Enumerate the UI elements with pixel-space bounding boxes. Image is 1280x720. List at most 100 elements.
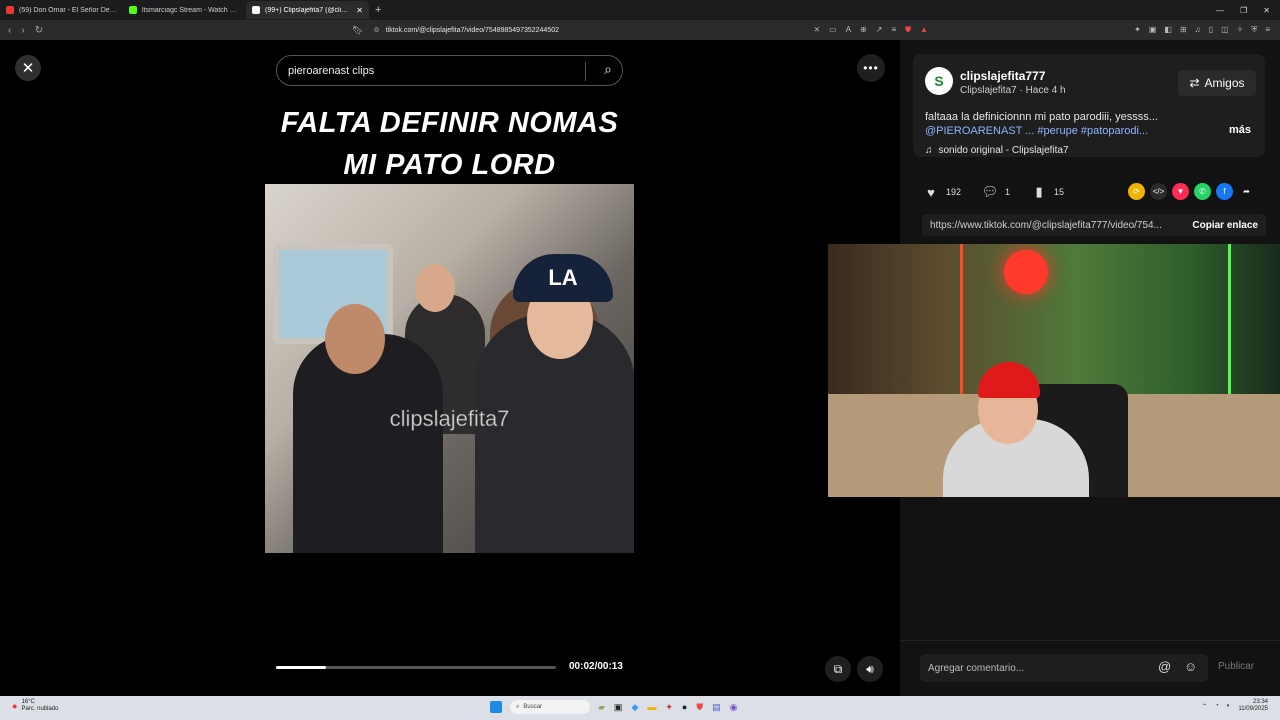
sound-link[interactable]: ♫ sonido original - Clipslajefita7 [925, 145, 1069, 156]
copy-link-button[interactable]: Copiar enlace [1184, 220, 1266, 231]
like-icon[interactable]: ♥ [922, 183, 940, 201]
leo-icon[interactable]: ✧ [1237, 25, 1244, 35]
person-head [325, 304, 385, 374]
avatar[interactable]: S [925, 67, 953, 95]
streamer-red-cap [978, 362, 1040, 398]
menu-icon[interactable]: ≡ [1265, 25, 1270, 35]
task-view-icon[interactable]: ▣ [614, 702, 623, 713]
emoji-icon[interactable]: ☺ [1184, 659, 1197, 674]
tab-title: (59) Don Omar - El Señor De La Noche [19, 6, 117, 14]
zoom-icon[interactable]: ⊕ [860, 25, 867, 35]
app-icon[interactable]: ▰ [598, 702, 605, 713]
friends-label: Amigos [1204, 76, 1245, 90]
new-tab-button[interactable]: + [369, 4, 387, 16]
app-icon[interactable]: ✦ [665, 702, 673, 713]
site-info-icon[interactable]: ⚙︎ [373, 26, 379, 34]
publish-button[interactable]: Publicar [1218, 661, 1254, 672]
video-progress-bar[interactable] [276, 666, 556, 669]
windows-taskbar: ● 16°C Parc. nublado ⌕ Buscar ▰ ▣ ◆ ▬ ✦ … [0, 696, 1280, 720]
more-text-button[interactable]: más [1229, 124, 1251, 136]
facebook-icon[interactable]: f [1216, 183, 1233, 200]
video-time: 00:02/00:13 [569, 661, 623, 672]
tab-kick-stream[interactable]: ltsmarciagc Stream - Watch Live on Kick [123, 1, 246, 19]
clock-date: 11/09/2025 [1238, 706, 1268, 712]
music-icon[interactable]: ♫ [1195, 25, 1201, 35]
extension-puzzle-icon[interactable]: ✦ [1134, 25, 1141, 35]
windows-start-icon[interactable] [490, 701, 502, 713]
send-icon[interactable]: ▼ [1172, 183, 1189, 200]
extension-icon[interactable]: ⊞ [1180, 25, 1187, 35]
search-input[interactable]: pieroarenast clips ⌕ [276, 55, 623, 86]
network-icon[interactable]: ◔ [1215, 703, 1219, 709]
bookmark-icon[interactable]: ▮ [1030, 183, 1048, 201]
weather-temp: 16°C [21, 699, 35, 705]
file-explorer-icon[interactable]: ▬ [647, 702, 656, 713]
tab-don-omar[interactable]: (59) Don Omar - El Señor De La Noche [0, 1, 123, 19]
app-icon[interactable]: ▤ [712, 702, 721, 713]
close-tab-icon[interactable]: ✕ [356, 6, 363, 15]
username[interactable]: clipslajefita777 [960, 69, 1045, 83]
extension-icon[interactable]: ◧ [1164, 25, 1172, 35]
comment-input[interactable]: Agregar comentario... @ ☺ [920, 654, 1208, 682]
copilot-icon[interactable]: ◆ [631, 702, 638, 713]
sidebar-icon[interactable]: ▯ [1209, 25, 1213, 35]
translate-icon[interactable]: A [846, 25, 851, 35]
vpn-icon[interactable]: ⛨ [1251, 25, 1257, 35]
speaker-icon[interactable]: 🔈︎ [1227, 703, 1231, 710]
taskbar-search[interactable]: ⌕ Buscar [510, 700, 590, 714]
brave-icon[interactable]: ⛊ [696, 702, 703, 713]
search-icon[interactable]: ⌕ [604, 61, 612, 78]
reader-icon[interactable]: ≡ [891, 25, 896, 35]
maximize-icon[interactable]: ❐ [1240, 6, 1247, 15]
repost-icon[interactable]: ⟳ [1128, 183, 1145, 200]
share-icon[interactable]: ↗ [876, 25, 883, 35]
share-arrow-icon[interactable]: ➦ [1238, 183, 1255, 200]
wallet-icon[interactable]: ◫ [1221, 25, 1229, 35]
video-frame[interactable]: LA clipslajefita7 [265, 184, 634, 553]
volume-button[interactable]: 🔊︎ [857, 656, 883, 682]
video-player[interactable]: pieroarenast clips ⌕ FALTA DEFINIR NOMAS… [265, 40, 634, 696]
minimize-icon[interactable]: — [1216, 6, 1224, 15]
mention-link[interactable]: @PIEROARENAST [925, 125, 1022, 137]
tab-title: (99+) Clipslajefita7 (@clipslajefita7) [265, 6, 351, 14]
back-icon[interactable]: ‹ [8, 25, 11, 36]
weather-icon: ● [12, 701, 18, 711]
brave-shield-icon[interactable]: ⛊ [905, 25, 911, 35]
weather-widget[interactable]: ● 16°C Parc. nublado [12, 699, 58, 713]
more-options-button[interactable]: ••• [857, 54, 885, 82]
horse-logo-sign [1004, 250, 1048, 294]
reload-icon[interactable]: ↻ [35, 25, 43, 36]
close-video-button[interactable]: ✕ [15, 55, 41, 81]
comment-count: 1 [1005, 187, 1011, 197]
mute-site-icon[interactable]: ⨯ [813, 25, 820, 35]
whatsapp-icon[interactable]: ✆ [1194, 183, 1211, 200]
friends-button[interactable]: ⇄ Amigos [1178, 70, 1256, 96]
pip-icon[interactable]: ▭ [829, 25, 837, 35]
ellipsis-icon: ••• [863, 61, 879, 75]
swap-arrows-icon: ⇄ [1189, 76, 1200, 90]
weather-desc: Parc. nublado [21, 706, 59, 712]
taskbar-clock[interactable]: 23:34 11/09/2025 [1238, 699, 1268, 713]
brave-rewards-icon[interactable]: ▲ [920, 25, 928, 35]
mention-at-icon[interactable]: @ [1158, 659, 1171, 674]
tiktok-favicon-icon [252, 6, 260, 14]
search-icon: ⌕ [516, 703, 520, 710]
tab-tiktok-active[interactable]: (99+) Clipslajefita7 (@clipslajefita7) ✕ [246, 1, 369, 19]
hashtag-links[interactable]: ... #perupe #patoparodi... [1025, 125, 1148, 137]
url-text: tiktok.com/@clipslajefita7/video/7548985… [385, 26, 559, 34]
pip-icon: ⧉ [833, 661, 843, 676]
kick-favicon-icon [129, 6, 137, 14]
comment-icon[interactable]: 💬︎ [981, 183, 999, 201]
app-icon[interactable]: ● [682, 702, 687, 713]
post-info-card: S clipslajefita777 Clipslajefita7 · Hace… [913, 54, 1265, 157]
bookmark-icon[interactable]: 🔖︎ [352, 25, 363, 36]
app-icon[interactable]: ◉ [730, 702, 738, 713]
forward-icon[interactable]: › [21, 25, 24, 36]
video-link: https://www.tiktok.com/@clipslajefita777… [930, 219, 1162, 231]
tray-chevron-icon[interactable]: ⌃ [1202, 703, 1207, 710]
embed-icon[interactable]: </> [1150, 183, 1167, 200]
pip-button[interactable]: ⧉ [825, 656, 851, 682]
close-window-icon[interactable]: ✕ [1263, 6, 1270, 15]
url-field[interactable]: ⚙︎ tiktok.com/@clipslajefita7/video/7548… [373, 23, 813, 37]
extension-icon[interactable]: ▣ [1149, 25, 1157, 35]
